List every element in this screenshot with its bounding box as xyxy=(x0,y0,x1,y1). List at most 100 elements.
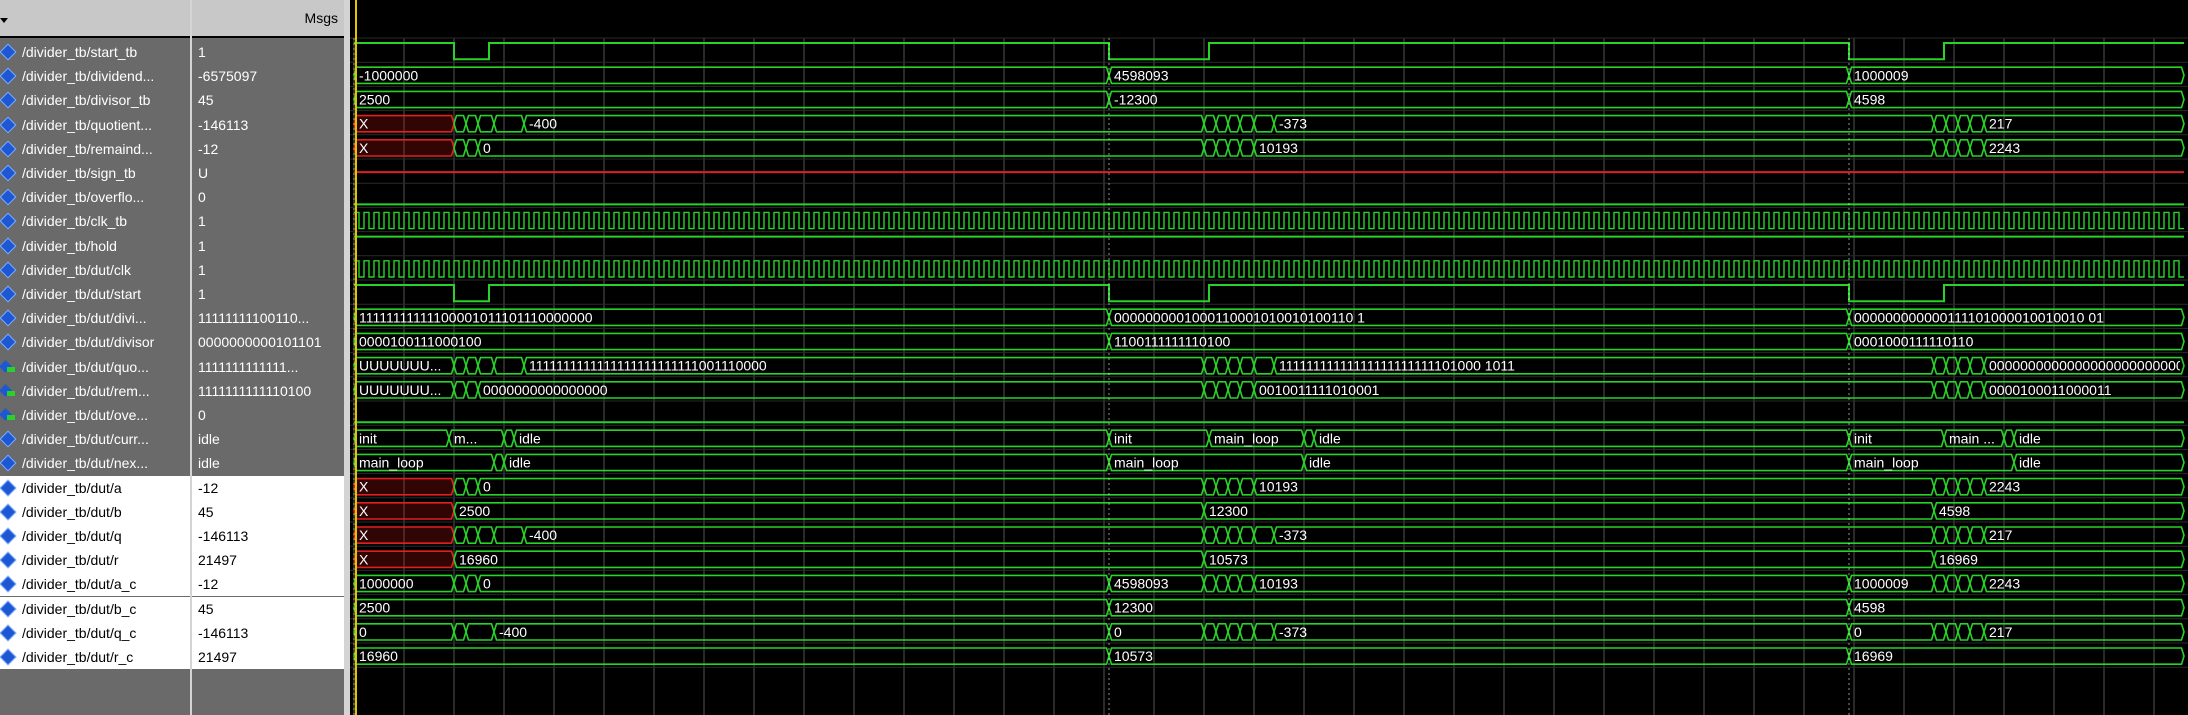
bus-segment xyxy=(1933,381,1947,399)
bus-segment xyxy=(1848,647,2185,665)
signal-row[interactable]: /divider_tb/dut/curr... xyxy=(0,427,190,451)
signal-value: 1 xyxy=(198,44,206,60)
signal-row[interactable]: /divider_tb/dut/b_c xyxy=(0,596,190,621)
signal-row[interactable]: /divider_tb/dut/divi... xyxy=(0,306,190,330)
bus-value-label: -373 xyxy=(1279,624,1307,640)
signal-name: /divider_tb/dut/q xyxy=(22,528,122,544)
signal-row[interactable]: /divider_tb/dut/b xyxy=(0,499,190,524)
signal-value: -12 xyxy=(192,572,344,597)
signal-row[interactable]: /divider_tb/hold xyxy=(0,234,190,258)
signal-row[interactable]: /divider_tb/dut/rem... xyxy=(0,379,190,403)
signal-name: /divider_tb/dividend... xyxy=(22,68,155,85)
signal-row[interactable]: /divider_tb/dut/r_c xyxy=(0,645,190,669)
signal-row[interactable]: /divider_tb/dut/nex... xyxy=(0,451,190,475)
bus-segment xyxy=(453,623,467,641)
bus-segment xyxy=(1215,381,1229,399)
bus-segment xyxy=(1969,623,1985,641)
signal-value-pane[interactable]: 1 -6575097 45 -146113 -12 U 0 1 1 1 1 1111111110011… xyxy=(192,38,344,715)
bus-value-label: idle xyxy=(2019,455,2041,471)
bus-segment xyxy=(1108,647,1850,665)
bus-segment xyxy=(1303,429,1315,448)
signal-row[interactable]: /divider_tb/start_tb xyxy=(0,40,190,64)
bus-value-label: main_loop xyxy=(1114,455,1179,471)
bus-segment xyxy=(1239,574,1255,593)
signal-name: /divider_tb/sign_tb xyxy=(22,165,136,181)
bus-value-label: 2500 xyxy=(459,503,490,519)
bus-value-label: 4598 xyxy=(1939,503,1970,519)
signal-value: 0 xyxy=(198,189,206,206)
chevron-down-icon[interactable] xyxy=(0,18,8,23)
signal-row[interactable]: /divider_tb/sign_tb xyxy=(0,161,190,185)
value-column-header[interactable]: Msgs xyxy=(192,0,344,36)
bus-segment xyxy=(1227,139,1241,157)
signal-row[interactable]: /divider_tb/dut/clk xyxy=(0,258,190,282)
pane-splitter[interactable] xyxy=(190,0,192,715)
logic-trace xyxy=(354,284,2184,303)
diamond-icon xyxy=(0,624,17,642)
bus-segment xyxy=(465,623,495,641)
bus-segment xyxy=(1933,526,1947,544)
signal-row[interactable]: /divider_tb/dut/a xyxy=(0,475,190,500)
diamond-icon xyxy=(0,454,17,472)
signal-row[interactable]: /divider_tb/dut/q_c xyxy=(0,620,190,645)
signal-row[interactable]: /divider_tb/dut/quo... xyxy=(0,355,190,379)
waveform-pane[interactable]: -1000000 4598093 1000009 2500 -12300 4598 X -40… xyxy=(350,0,2188,715)
bus-segment xyxy=(493,114,525,133)
signal-value: -146113 xyxy=(192,524,344,548)
bus-value-label: 16960 xyxy=(359,648,398,664)
bus-segment xyxy=(453,477,467,496)
bus-value-label: 4598093 xyxy=(1114,67,1169,83)
bus-segment xyxy=(353,66,1110,85)
bus-segment xyxy=(1203,381,1217,399)
bus-segment xyxy=(1945,623,1959,641)
signal-value: idle xyxy=(198,431,220,448)
signal-row[interactable]: /divider_tb/dut/divisor xyxy=(0,330,190,354)
bus-segment xyxy=(1108,598,1850,617)
bus-segment xyxy=(523,114,1205,133)
bus-segment xyxy=(1239,477,1255,496)
diamond-icon xyxy=(0,164,17,182)
diamond-icon xyxy=(0,430,17,448)
bus-segment xyxy=(1253,574,1850,593)
signal-row[interactable]: /divider_tb/clk_tb xyxy=(0,209,190,233)
diamond-icon xyxy=(0,551,17,569)
bus-segment xyxy=(1273,623,1850,641)
bus-value-label: 10193 xyxy=(1259,576,1298,592)
bus-segment xyxy=(477,574,1110,593)
signal-name: /divider_tb/dut/a xyxy=(22,479,122,496)
bus-value-label: 217 xyxy=(1989,116,2013,132)
signal-row[interactable]: /divider_tb/dut/q xyxy=(0,524,190,548)
logic-trace xyxy=(354,42,2184,61)
bus-value-label: 2243 xyxy=(1989,479,2020,495)
signal-name-pane[interactable]: /divider_tb/start_tb/divider_tb/dividend… xyxy=(0,38,190,715)
bus-value-label: -400 xyxy=(529,527,557,543)
bus-segment xyxy=(353,139,455,157)
signal-row[interactable]: /divider_tb/dut/a_c xyxy=(0,572,190,597)
name-column-header[interactable] xyxy=(0,0,191,36)
signal-row[interactable]: /divider_tb/dut/r xyxy=(0,548,190,573)
signal-row[interactable]: /divider_tb/overflo... xyxy=(0,185,190,209)
bus-segment xyxy=(1313,429,1850,448)
bus-segment xyxy=(1969,114,1985,133)
bus-segment xyxy=(493,453,505,472)
bus-segment xyxy=(453,502,1205,520)
bus-segment xyxy=(1945,526,1959,544)
bus-segment xyxy=(1239,381,1255,399)
signal-row[interactable]: /divider_tb/dut/ove... xyxy=(0,403,190,427)
bus-value-label: 16969 xyxy=(1939,551,1978,567)
bus-segment xyxy=(1969,356,1985,375)
signal-value: -12 xyxy=(192,475,344,500)
bus-segment xyxy=(353,526,455,544)
bus-segment xyxy=(453,550,1205,569)
bus-segment xyxy=(1108,66,1850,85)
signal-row[interactable]: /divider_tb/dividend... xyxy=(0,64,190,88)
bus-value-label: X xyxy=(359,527,369,543)
signal-row[interactable]: /divider_tb/remaind... xyxy=(0,137,190,161)
bus-segment xyxy=(1253,623,1275,641)
bus-value-label: 4598 xyxy=(1854,600,1885,616)
signal-row[interactable]: /divider_tb/dut/start xyxy=(0,282,190,306)
signal-row[interactable]: /divider_tb/quotient... xyxy=(0,113,190,137)
signal-row[interactable]: /divider_tb/divisor_tb xyxy=(0,88,190,112)
signal-name: /divider_tb/dut/divisor xyxy=(22,334,155,351)
bus-segment xyxy=(1239,526,1255,544)
